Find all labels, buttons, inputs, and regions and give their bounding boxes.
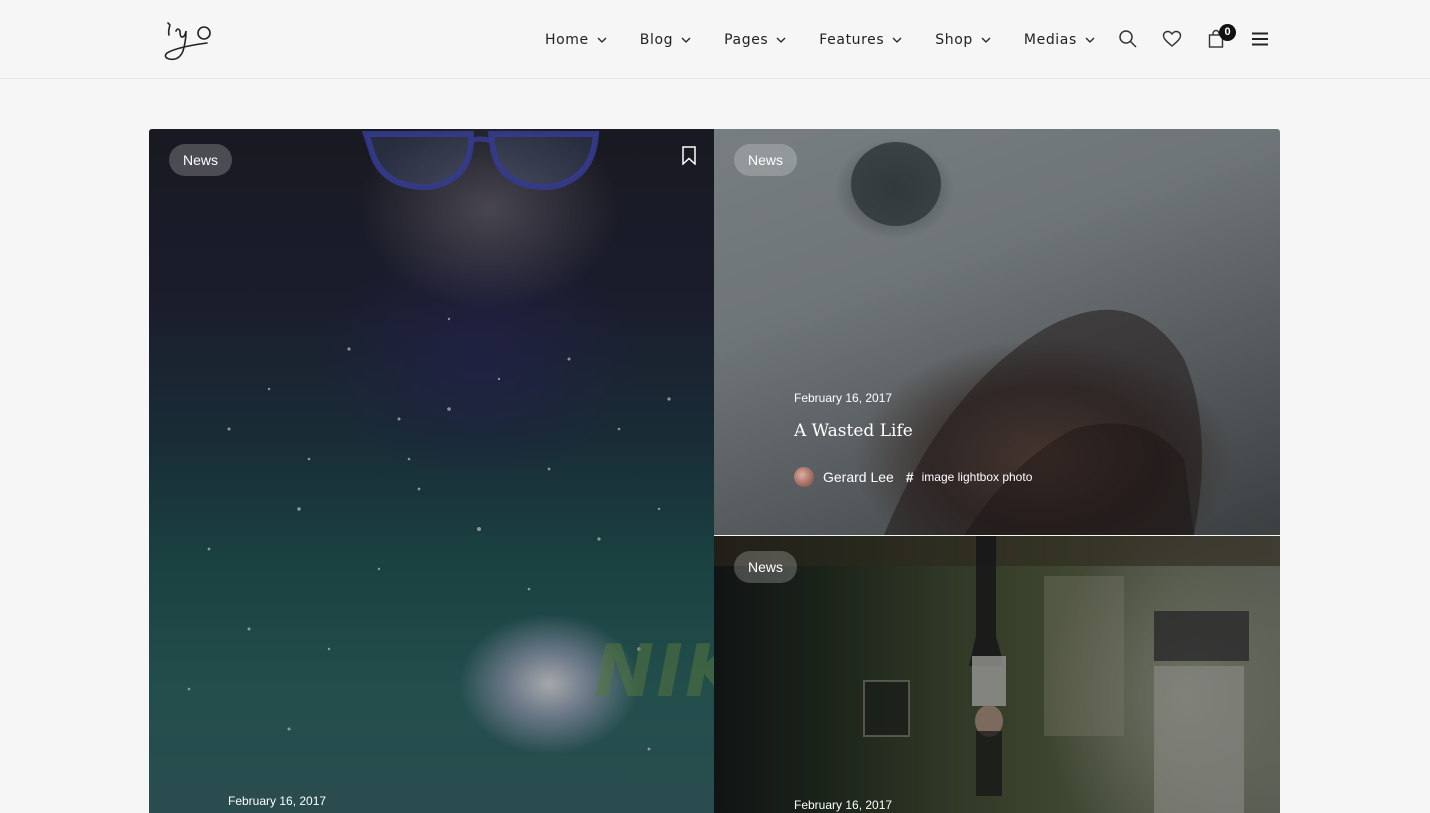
nav-label: Shop xyxy=(935,31,973,48)
chevron-down-icon xyxy=(776,37,786,43)
nav-label: Home xyxy=(545,31,589,48)
menu-icon[interactable] xyxy=(1250,29,1270,49)
nav-label: Features xyxy=(819,31,885,48)
post-title[interactable]: A Wasted Life xyxy=(794,421,913,441)
category-badge[interactable]: News xyxy=(734,144,798,176)
author-avatar[interactable] xyxy=(794,467,814,487)
nav-item-pages[interactable]: Pages xyxy=(724,32,786,48)
chevron-down-icon xyxy=(597,37,607,43)
nav-item-shop[interactable]: Shop xyxy=(935,32,991,48)
category-badge[interactable]: News xyxy=(734,551,798,583)
nav-label: Medias xyxy=(1023,31,1077,48)
post-date: February 16, 2017 xyxy=(794,798,893,812)
category-badge[interactable]: News xyxy=(169,144,233,176)
author-name[interactable]: Gerard Lee xyxy=(823,469,894,485)
post-meta: Gerard Lee # image lightbox photo xyxy=(794,467,1032,487)
post-card[interactable]: News February 16, 2017 A Wasted Life Ger… xyxy=(714,129,1280,535)
chevron-down-icon xyxy=(892,37,902,43)
chevron-down-icon xyxy=(981,37,991,43)
bookmark-icon[interactable] xyxy=(682,146,696,165)
nav-item-medias[interactable]: Medias xyxy=(1024,32,1095,48)
main-nav: Home Blog Pages Features Shop Medias xyxy=(545,0,1128,79)
nav-item-features[interactable]: Features xyxy=(819,32,902,48)
image-overlay xyxy=(149,129,714,813)
nav-label: Blog xyxy=(639,31,674,48)
site-header: Home Blog Pages Features Shop Medias 0 xyxy=(0,0,1430,79)
cart-count-badge: 0 xyxy=(1219,24,1236,41)
hash-icon: # xyxy=(905,469,914,485)
nav-item-blog[interactable]: Blog xyxy=(640,32,691,48)
chevron-down-icon xyxy=(681,37,691,43)
nav-label: Pages xyxy=(724,31,769,48)
post-date: February 16, 2017 xyxy=(794,391,893,405)
post-date: February 16, 2017 xyxy=(228,794,327,808)
search-icon[interactable] xyxy=(1118,29,1138,49)
chevron-down-icon xyxy=(1085,37,1095,43)
post-card[interactable]: News February 16, 2017 xyxy=(714,536,1280,813)
post-tags[interactable]: image lightbox photo xyxy=(922,470,1033,484)
image-overlay xyxy=(714,536,1280,813)
nav-item-home[interactable]: Home xyxy=(545,32,607,48)
heart-icon[interactable] xyxy=(1162,29,1182,49)
site-logo[interactable] xyxy=(162,15,216,63)
post-card[interactable]: NIK News February 16, 2017 xyxy=(149,129,714,813)
